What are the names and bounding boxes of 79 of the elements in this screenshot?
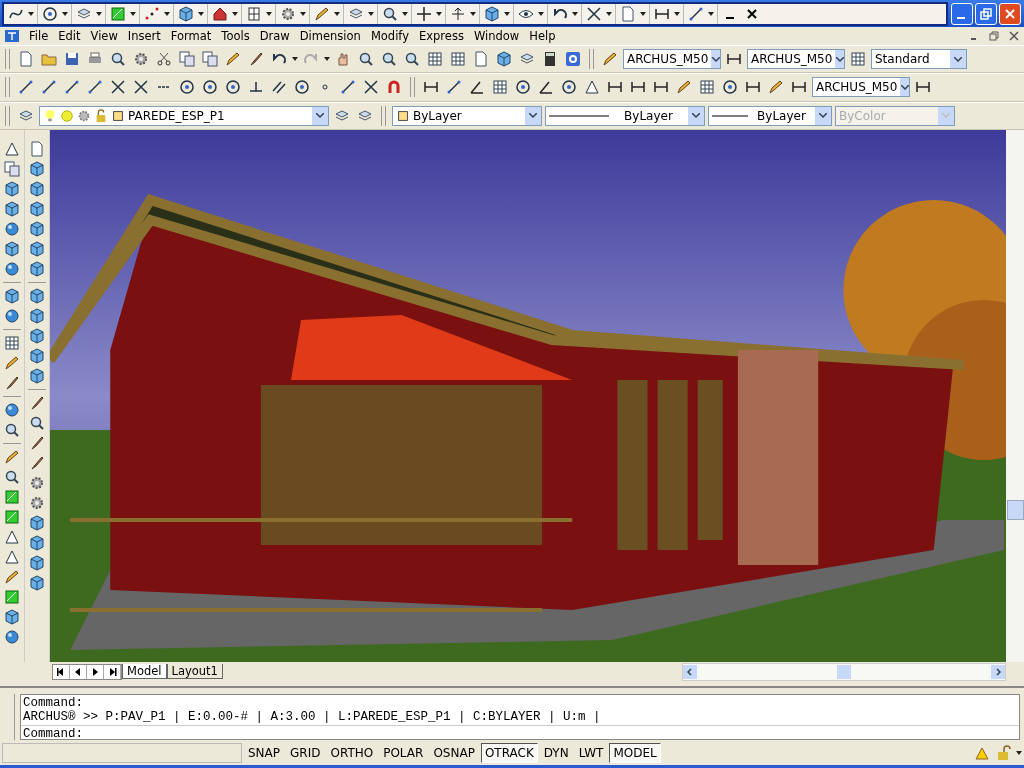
lock-icon: [94, 108, 108, 123]
copy-icon[interactable]: [200, 49, 220, 70]
caret-icon[interactable]: [368, 11, 374, 16]
dropdown[interactable]: Standard: [871, 49, 967, 70]
menu-item[interactable]: Dimension: [294, 29, 366, 44]
scroll-thumb[interactable]: [837, 664, 851, 679]
caret-icon[interactable]: [504, 11, 510, 16]
chevron-icon: [711, 56, 720, 62]
caret-icon[interactable]: [300, 11, 306, 16]
caret-icon[interactable]: [606, 11, 612, 16]
scrollbar[interactable]: [1006, 130, 1024, 663]
close-button[interactable]: [999, 2, 1021, 25]
chevron-icon: [835, 56, 844, 62]
dropdown[interactable]: ARCHUS_M50: [623, 49, 721, 70]
scrollbar[interactable]: [682, 662, 1006, 681]
line-sample-icon: [549, 113, 609, 118]
layout-tab[interactable]: Model: [122, 664, 167, 680]
menu-item[interactable]: View: [85, 29, 123, 44]
caret-icon[interactable]: [198, 11, 204, 16]
caret-icon[interactable]: [334, 11, 340, 16]
menu-item[interactable]: Express: [414, 29, 469, 44]
menu-item[interactable]: Draw: [254, 29, 295, 44]
restore-icon: [978, 5, 994, 22]
chevron-icon: [316, 113, 324, 119]
minimize-icon: [957, 16, 965, 19]
swatch-icon: [111, 108, 125, 123]
chevron-icon: [529, 113, 537, 119]
chevron-icon: [900, 85, 909, 90]
menu-item[interactable]: Tools: [216, 29, 255, 44]
sun-icon: [60, 108, 74, 123]
caret-icon[interactable]: [708, 11, 714, 16]
menu-item[interactable]: File: [24, 29, 54, 44]
caret-icon[interactable]: [62, 11, 68, 16]
caret-icon[interactable]: [1016, 751, 1022, 756]
lineweight-dropdown[interactable]: ByLayer: [708, 105, 832, 126]
menu-item[interactable]: Edit: [53, 29, 86, 44]
linetype-dropdown[interactable]: ByLayer: [545, 105, 705, 126]
chevron-icon: [692, 113, 700, 119]
caret-icon[interactable]: [436, 11, 442, 16]
caret-icon[interactable]: [292, 57, 298, 62]
dropdown[interactable]: ARCHUS_M50: [812, 77, 910, 98]
menu-item[interactable]: Window: [468, 29, 525, 44]
caret-icon[interactable]: [266, 11, 272, 16]
caret-icon[interactable]: [470, 11, 476, 16]
bulb-icon: [43, 108, 57, 123]
line-sample-icon: [712, 113, 748, 118]
chevron-icon: [942, 113, 950, 119]
caret-icon[interactable]: [640, 11, 646, 16]
menu-item[interactable]: Modify: [365, 29, 414, 44]
command-history-line: Command:: [23, 695, 84, 710]
layer-dropdown[interactable]: PAREDE_ESP_P1: [39, 105, 329, 126]
status-toggle[interactable]: MODEL: [609, 743, 661, 764]
caret-icon[interactable]: [232, 11, 238, 16]
caret-icon[interactable]: [164, 11, 170, 16]
caret-icon[interactable]: [130, 11, 136, 16]
caret-icon[interactable]: [674, 11, 680, 16]
caret-icon[interactable]: [538, 11, 544, 16]
command-history-line: ARCHUS® >> P:PAV_P1 | E:0.00-# | A:3.00 | L:PAREDE_ESP_P1 | C:BYLAYER | U:m |: [23, 709, 602, 724]
menu-item[interactable]: Insert: [122, 29, 166, 44]
restore-button[interactable]: [975, 2, 997, 25]
swatch-icon: [396, 108, 410, 123]
caret-icon[interactable]: [96, 11, 102, 16]
layout-tab[interactable]: Layout1: [166, 664, 223, 680]
caret-icon[interactable]: [402, 11, 408, 16]
gear-icon: [77, 108, 91, 123]
caret-icon[interactable]: [572, 11, 578, 16]
command-prompt[interactable]: Command:: [21, 725, 1019, 742]
scroll-thumb[interactable]: [1007, 500, 1024, 521]
chevron-icon: [954, 56, 962, 62]
menu-item[interactable]: Help: [524, 29, 561, 44]
status-toggle[interactable]: OTRACK: [480, 743, 538, 764]
minimize-button[interactable]: [951, 2, 973, 25]
chevron-icon: [819, 113, 827, 119]
caret-icon[interactable]: [324, 57, 330, 62]
copy-icon[interactable]: [177, 49, 197, 70]
caret-icon[interactable]: [28, 11, 34, 16]
dropdown[interactable]: ARCHUS_M50: [747, 49, 845, 70]
color-dropdown[interactable]: ByLayer: [392, 105, 542, 126]
menu-item[interactable]: Format: [165, 29, 217, 44]
